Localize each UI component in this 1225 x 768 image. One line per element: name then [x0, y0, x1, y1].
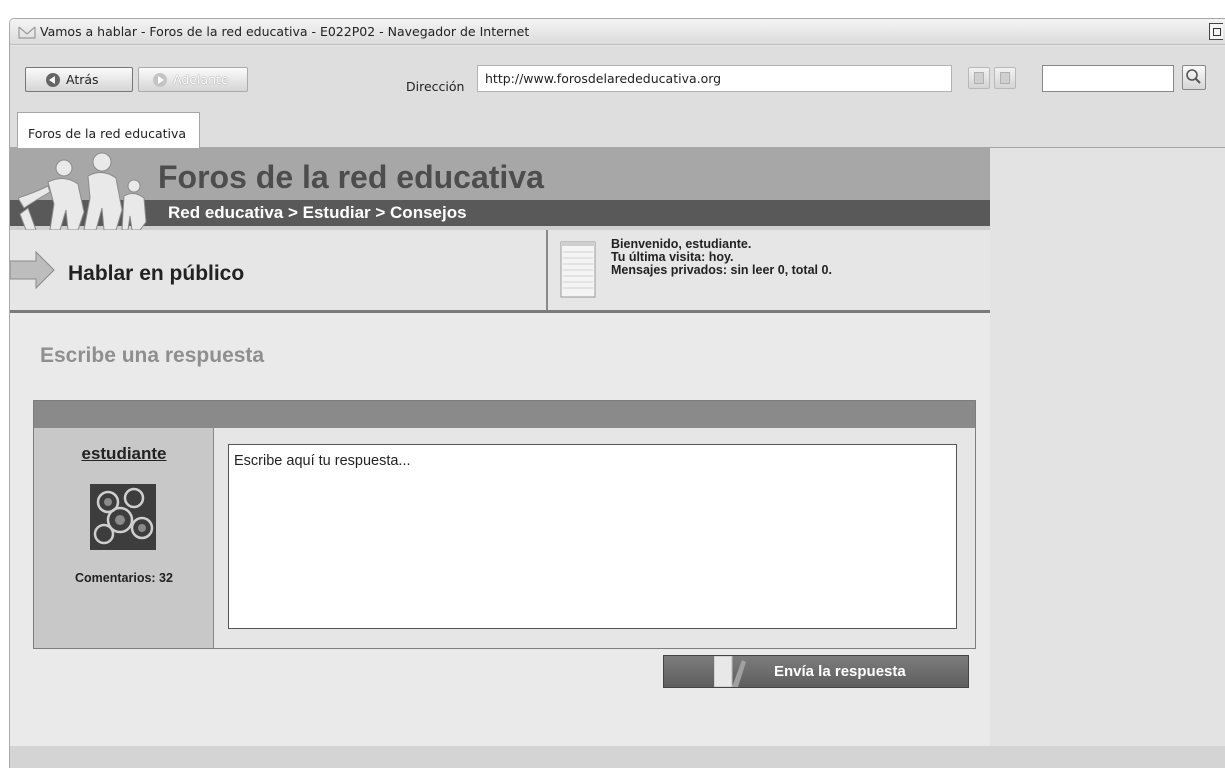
reply-box-header — [34, 401, 975, 428]
paste-button[interactable] — [994, 67, 1016, 89]
back-arrow-icon — [46, 72, 60, 87]
forward-button-label: Adelante — [173, 72, 229, 87]
breadcrumb: Red educativa > Estudiar > Consejos — [168, 203, 467, 222]
avatar-image — [90, 484, 156, 550]
private-messages: Mensajes privados: sin leer 0, total 0. — [611, 263, 832, 277]
user-column: estudiante Comentarios: 32 — [34, 428, 214, 648]
status-bar — [10, 746, 1225, 768]
submit-reply-button[interactable]: Envía la respuesta — [663, 655, 969, 688]
envelope-icon — [18, 26, 36, 39]
welcome-message: Bienvenido, estudiante. Tu última visita… — [611, 238, 832, 277]
copy-button[interactable] — [968, 67, 990, 89]
tab-foros[interactable]: Foros de la red educativa — [17, 112, 200, 148]
forward-button[interactable]: Adelante — [138, 67, 248, 92]
forward-arrow-icon — [153, 72, 167, 87]
forum-page: Foros de la red educativa Red educativa … — [10, 148, 990, 746]
reply-heading: Escribe una respuesta — [40, 344, 265, 367]
title-bar: Vamos a hablar - Foros de la red educati… — [10, 19, 1225, 45]
browser-window: Vamos a hablar - Foros de la red educati… — [9, 18, 1225, 768]
back-button[interactable]: Atrás — [25, 67, 133, 92]
people-logo-icon — [18, 152, 147, 230]
address-bar[interactable] — [477, 65, 952, 92]
magnifier-icon — [1186, 69, 1201, 84]
avatar — [90, 484, 156, 550]
topic-row: Hablar en público Bienvenido, estudiante… — [10, 230, 990, 313]
topic-panel: Hablar en público — [10, 230, 548, 310]
maximize-icon — [1213, 28, 1221, 36]
reply-box: estudiante Comentarios: 32 Escribe aquí … — [33, 400, 976, 649]
arrow-right-icon — [10, 250, 55, 290]
submit-reply-label: Envía la respuesta — [774, 663, 906, 680]
document-icon — [714, 656, 746, 687]
forum-header: Foros de la red educativa Red educativa … — [10, 148, 990, 230]
comment-count: Comentarios: 32 — [75, 571, 173, 585]
page-viewport: Foros de la red educativa Red educativa … — [10, 148, 1225, 768]
page-gutter — [990, 148, 1225, 746]
browser-toolbar: Atrás Adelante Dirección — [10, 46, 1225, 106]
maximize-button[interactable] — [1209, 23, 1223, 40]
address-label: Dirección — [406, 79, 465, 94]
back-button-label: Atrás — [66, 72, 99, 87]
copy-icon — [974, 72, 984, 84]
search-button[interactable] — [1182, 65, 1206, 90]
reply-textarea[interactable] — [228, 444, 957, 629]
tab-bar: Foros de la red educativa — [10, 106, 1225, 148]
notepad-icon — [560, 241, 596, 298]
search-input[interactable] — [1042, 65, 1174, 92]
paste-icon — [1000, 72, 1010, 84]
username-link[interactable]: estudiante — [34, 444, 214, 464]
window-title: Vamos a hablar - Foros de la red educati… — [40, 24, 530, 39]
topic-title: Hablar en público — [68, 262, 245, 285]
forum-title: Foros de la red educativa — [158, 159, 544, 195]
